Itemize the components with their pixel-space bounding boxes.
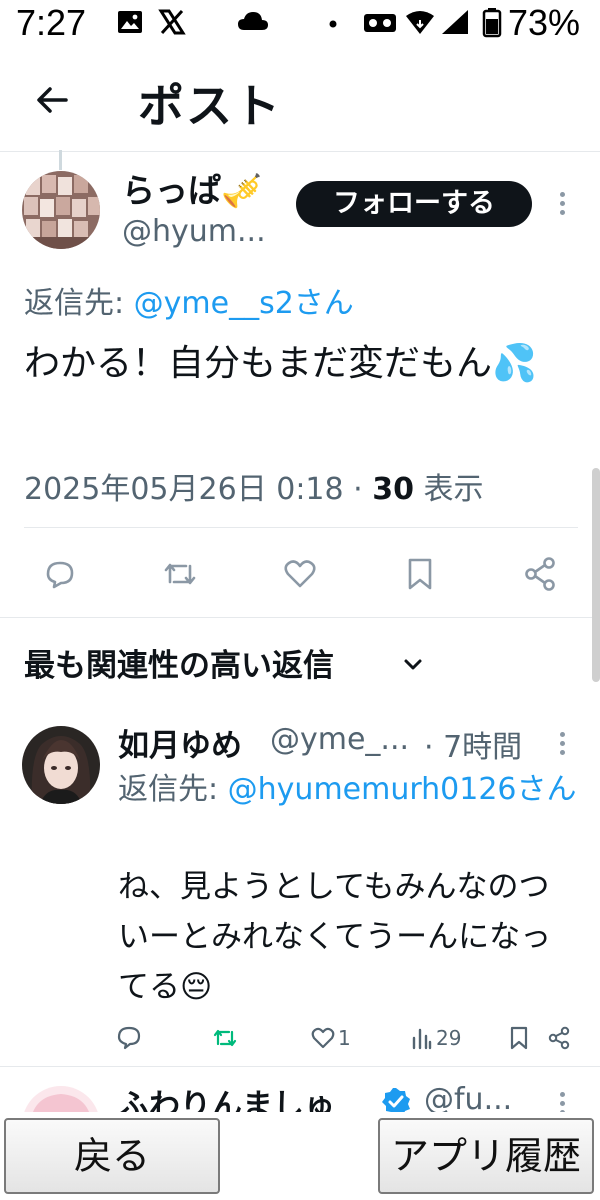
reply-icon[interactable] [40,554,80,594]
divider [0,1066,600,1067]
views-count: 30 [372,472,414,507]
reply-to-line: 返信先: @yme__s2さん [24,278,354,322]
bookmark-icon[interactable] [400,554,440,594]
post-meta: 2025年05月26日 0:18 · 30 表示 [24,464,484,508]
status-bar: 7:27 73% [0,0,600,48]
x-logo-icon [158,9,186,35]
top-header: ポスト [0,48,600,152]
author-name[interactable]: らっぱ🎺 [122,164,262,212]
author-avatar[interactable] [22,171,100,249]
post-text: わかる！自分もまだ変だもん💦 [24,343,537,384]
retweet-icon[interactable] [212,1024,238,1052]
image-icon [118,11,142,33]
cloud-icon [238,12,268,30]
follow-button[interactable]: フォローする [296,181,532,227]
page-title: ポスト [138,79,282,133]
divider [0,617,600,618]
share-icon[interactable] [520,554,560,594]
views-icon[interactable] [410,1024,434,1052]
reply-actions: 1 29 [0,1018,600,1058]
thread-line [59,150,62,170]
dot-icon [329,20,337,28]
share-icon[interactable] [546,1024,572,1052]
reply-view-count: 29 [436,1026,462,1050]
reply-more-options-icon[interactable] [558,732,566,759]
reply-like-count: 1 [338,1026,351,1050]
wifi-icon [406,11,434,34]
replies-sort-title[interactable]: 最も関連性の高い返信 [24,640,334,685]
retweet-icon[interactable] [160,554,200,594]
reply-icon[interactable] [116,1024,142,1052]
voicemail-icon [364,14,396,32]
like-icon[interactable] [280,554,320,594]
bottom-navigation: 戻る アプリ履歴 [0,1112,600,1200]
reply-to-mention[interactable]: @yme__s2さん [134,286,354,321]
battery-icon [482,8,502,38]
reply-author-handle[interactable]: @yme_... [270,722,409,757]
app-history-button[interactable]: アプリ履歴 [378,1118,594,1194]
post-timestamp[interactable]: 2025年05月26日 0:18 · [24,472,372,507]
back-arrow-icon[interactable] [30,76,78,124]
status-time: 7:27 [16,2,87,43]
chevron-down-icon[interactable] [402,654,424,676]
battery-percent: 73% [508,2,581,43]
reply-to-label: 返信先: [118,772,228,807]
reply-to-label: 返信先: [24,286,134,321]
divider [24,527,578,528]
author-handle[interactable]: @hyum... [122,214,266,249]
reply-to-line: 返信先: @hyumemurh0126さん [118,766,578,814]
more-options-icon[interactable] [558,192,566,219]
reply-author-name[interactable]: 如月ゆめ [118,720,242,765]
reply-to-mention[interactable]: @hyumemurh0126さん [228,772,577,807]
scrollbar-thumb[interactable] [592,468,600,682]
reply-time: · 7時間 [424,730,523,765]
views-label: 表示 [413,472,484,507]
post-actions [0,548,600,600]
back-button[interactable]: 戻る [4,1118,220,1194]
reply-text: ね、見ようとしてもみんなのついーとみれなくてうーんになってる😔 [118,869,552,1005]
reply-avatar[interactable] [22,726,100,804]
signal-icon [442,10,468,34]
like-icon[interactable] [310,1024,336,1052]
bookmark-icon[interactable] [508,1024,530,1052]
